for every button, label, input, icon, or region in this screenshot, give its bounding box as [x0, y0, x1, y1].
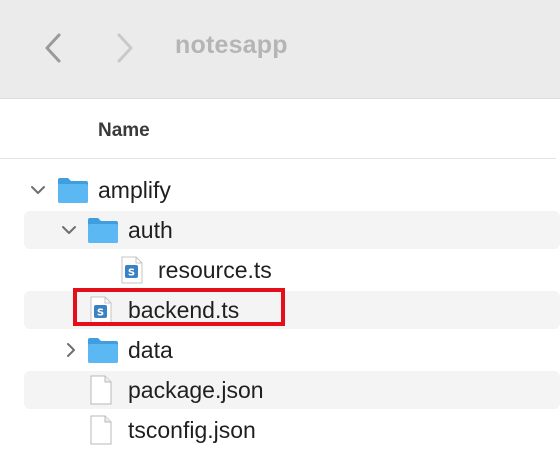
- folder-icon: [56, 171, 90, 209]
- file-name: amplify: [98, 177, 171, 203]
- disclosure-expanded-icon[interactable]: [61, 211, 77, 249]
- svg-text:S: S: [128, 268, 135, 279]
- file-name: data: [128, 337, 173, 363]
- typescript-file-icon: S: [120, 251, 144, 289]
- file-row-tsconfig-json[interactable]: tsconfig.json: [24, 411, 560, 449]
- file-name: tsconfig.json: [128, 417, 256, 443]
- name-column-header[interactable]: Name: [98, 120, 150, 142]
- chevron-left-icon: [45, 33, 61, 63]
- file-row-auth[interactable]: auth: [24, 211, 560, 249]
- file-name: package.json: [128, 377, 264, 403]
- file-row-backend-ts[interactable]: S backend.ts: [24, 291, 560, 329]
- document-icon: [89, 371, 113, 409]
- header-divider: [0, 158, 556, 159]
- file-row-amplify[interactable]: amplify: [24, 171, 560, 209]
- list-header: Name: [0, 99, 560, 159]
- file-row-package-json[interactable]: package.json: [24, 371, 560, 409]
- file-row-resource-ts[interactable]: S resource.ts: [24, 251, 560, 289]
- forward-button[interactable]: [110, 28, 140, 68]
- folder-icon: [86, 331, 120, 369]
- disclosure-expanded-icon[interactable]: [30, 171, 46, 209]
- file-row-data[interactable]: data: [24, 331, 560, 369]
- folder-icon: [86, 211, 120, 249]
- typescript-file-icon: S: [89, 291, 113, 329]
- disclosure-collapsed-icon[interactable]: [63, 331, 79, 369]
- file-name: backend.ts: [128, 297, 240, 323]
- finder-toolbar: notesapp: [0, 0, 560, 99]
- file-name: resource.ts: [158, 257, 272, 283]
- back-button[interactable]: [38, 28, 68, 68]
- file-name: auth: [128, 217, 173, 243]
- chevron-right-icon: [117, 33, 133, 63]
- document-icon: [89, 411, 113, 449]
- svg-text:S: S: [97, 308, 104, 319]
- window-title: notesapp: [175, 31, 288, 59]
